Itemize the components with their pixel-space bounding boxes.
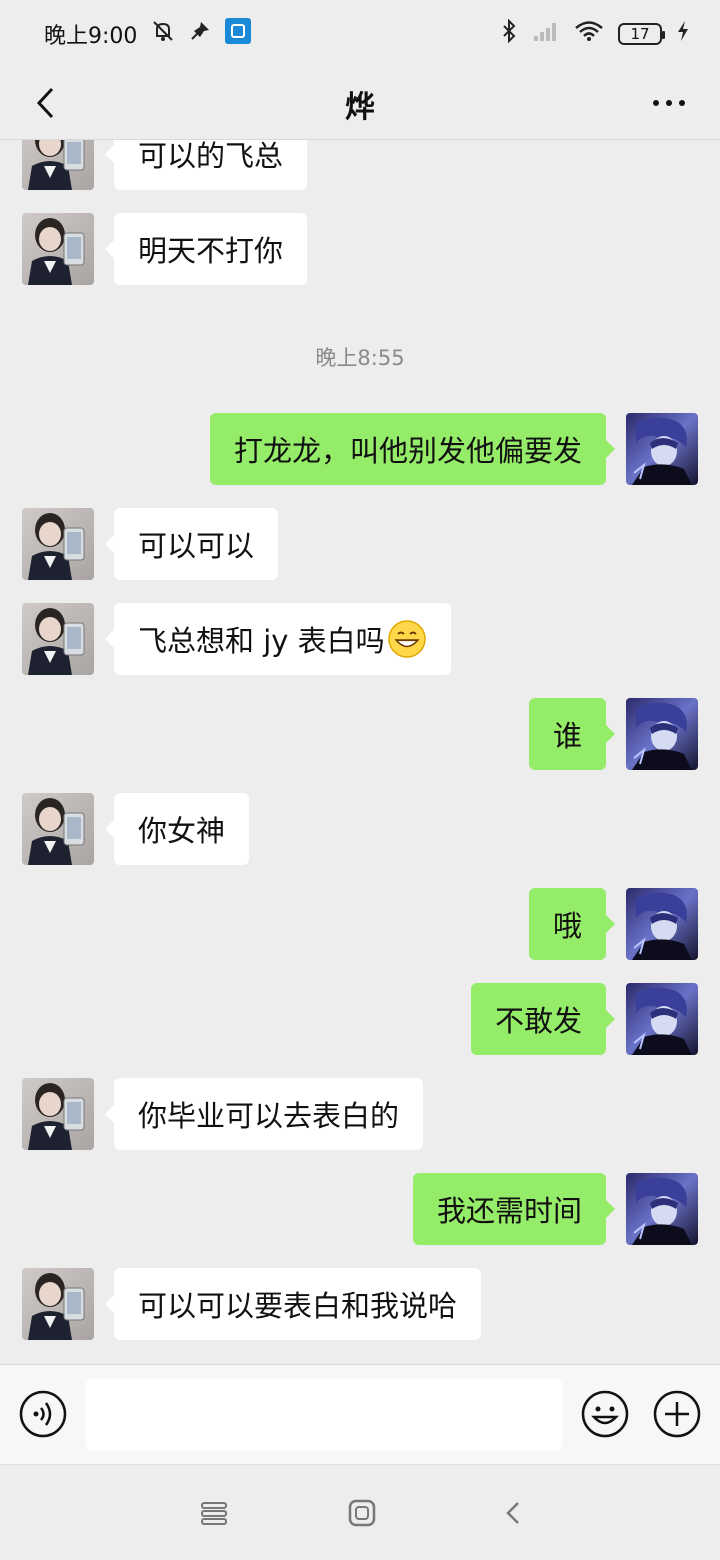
status-bar: 晚上9:00 17 <box>0 0 720 68</box>
message-input[interactable] <box>86 1379 562 1451</box>
voice-icon[interactable] <box>18 1389 68 1439</box>
more-dots-icon[interactable] <box>646 80 692 126</box>
message-text: 你毕业可以去表白的 <box>138 1099 400 1133</box>
message-row-other: 你女神 <box>0 793 720 867</box>
message-row-other: 飞总想和 jy 表白吗 <box>0 603 720 677</box>
status-time: 晚上9:00 <box>44 24 138 49</box>
bluetooth-icon <box>500 18 518 49</box>
plus-icon[interactable] <box>652 1389 702 1439</box>
emoji-icon[interactable] <box>580 1389 630 1439</box>
message-text: 不敢发 <box>494 1004 582 1038</box>
home-icon[interactable] <box>344 1495 380 1531</box>
message-text: 可以可以 <box>138 529 255 563</box>
menu-icon[interactable] <box>196 1495 232 1531</box>
message-text: 你女神 <box>138 814 226 848</box>
message-bubble[interactable]: 你女神 <box>104 793 250 865</box>
contact-avatar[interactable] <box>22 508 94 580</box>
system-nav-bar <box>0 1464 720 1560</box>
input-bar <box>0 1364 720 1464</box>
message-timestamp: 晚上8:55 <box>315 346 405 370</box>
message-text: 明天不打你 <box>138 234 284 268</box>
message-row-other: 可以可以 <box>0 508 720 582</box>
mute-alarm-icon <box>151 19 175 49</box>
message-text: 打龙龙，叫他别发他偏要发 <box>233 434 582 468</box>
charging-icon <box>676 20 690 48</box>
my-avatar[interactable] <box>626 698 698 770</box>
message-text: 可以可以要表白和我说哈 <box>138 1289 458 1323</box>
my-avatar[interactable] <box>626 1173 698 1245</box>
contact-avatar[interactable] <box>22 213 94 285</box>
message-text: 飞总想和 jy 表白吗 <box>138 624 385 658</box>
message-row-me: 我还需时间 <box>0 1173 720 1247</box>
message-bubble[interactable]: 可以可以要表白和我说哈 <box>104 1268 482 1340</box>
message-bubble[interactable]: 可以的飞总 <box>104 140 308 190</box>
grinning-emoji-icon <box>387 619 427 659</box>
message-row-me: 哦 <box>0 888 720 962</box>
message-row-other: 可以的飞总 <box>0 140 720 192</box>
message-row-me: 谁 <box>0 698 720 772</box>
contact-avatar[interactable] <box>22 603 94 675</box>
message-row-me: 不敢发 <box>0 983 720 1057</box>
message-bubble[interactable]: 哦 <box>528 888 616 960</box>
message-bubble[interactable]: 谁 <box>528 698 616 770</box>
message-row-other: 明天不打你 <box>0 213 720 287</box>
my-avatar[interactable] <box>626 983 698 1055</box>
message-list: 可以的飞总 明天不打你 晚上8:55 打龙龙，叫他别发他偏要发 可以可以 飞总想… <box>0 140 720 1364</box>
contact-avatar[interactable] <box>22 793 94 865</box>
battery-icon: 17 <box>618 23 665 45</box>
chevron-left-icon[interactable] <box>22 80 68 126</box>
message-row-other: 你毕业可以去表白的 <box>0 1078 720 1152</box>
message-text: 可以的飞总 <box>138 140 284 173</box>
message-bubble[interactable]: 我还需时间 <box>412 1173 616 1245</box>
message-bubble[interactable]: 飞总想和 jy 表白吗 <box>105 603 451 675</box>
message-bubble[interactable]: 打龙龙，叫他别发他偏要发 <box>209 413 616 485</box>
wifi-icon <box>574 20 604 48</box>
message-text: 谁 <box>552 719 582 753</box>
contact-avatar[interactable] <box>22 140 94 190</box>
message-bubble[interactable]: 不敢发 <box>470 983 616 1055</box>
message-text: 我还需时间 <box>436 1194 582 1228</box>
message-bubble[interactable]: 可以可以 <box>104 508 279 580</box>
pin-icon <box>189 20 211 48</box>
message-text: 哦 <box>552 909 582 943</box>
contact-avatar[interactable] <box>22 1078 94 1150</box>
message-row-me: 打龙龙，叫他别发他偏要发 <box>0 413 720 487</box>
message-bubble[interactable]: 明天不打你 <box>104 213 308 285</box>
chat-title: 烨 <box>345 89 375 125</box>
app-notification-icon <box>225 18 252 50</box>
contact-avatar[interactable] <box>22 1268 94 1340</box>
my-avatar[interactable] <box>626 888 698 960</box>
message-row-other: 可以可以要表白和我说哈 <box>0 1268 720 1342</box>
my-avatar[interactable] <box>626 413 698 485</box>
chat-header: 烨 <box>0 68 720 140</box>
message-bubble[interactable]: 你毕业可以去表白的 <box>104 1078 424 1150</box>
back-icon[interactable] <box>496 1495 532 1531</box>
signal-icon <box>532 20 560 48</box>
